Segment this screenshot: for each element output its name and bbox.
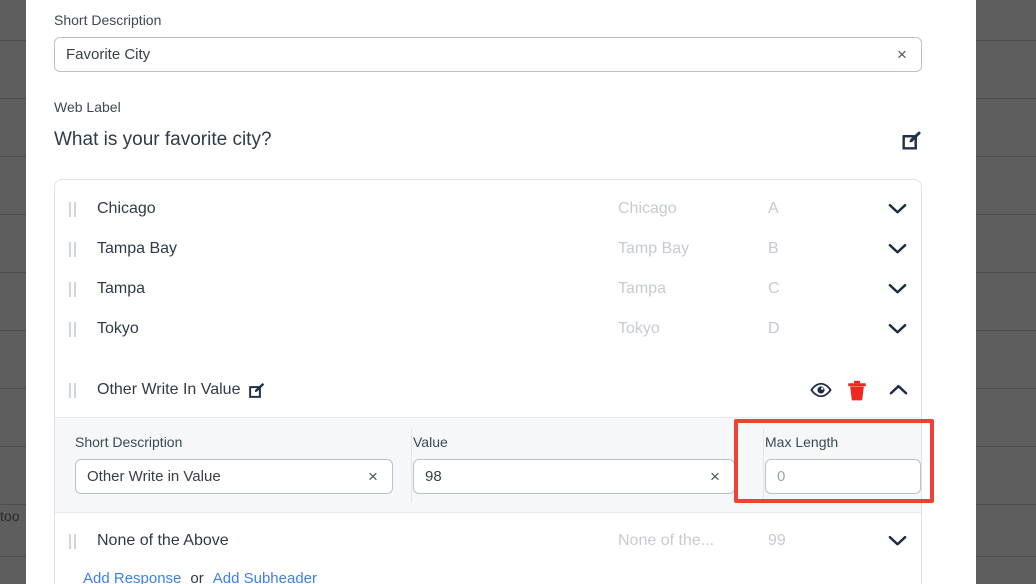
- responses-card: Chicago Chicago A Tampa Bay Tamp Bay B: [54, 179, 922, 584]
- response-value: B: [768, 240, 873, 258]
- table-row[interactable]: Tampa Tampa C: [55, 269, 921, 309]
- drag-handle-icon[interactable]: [69, 202, 85, 217]
- short-description-clear-button[interactable]: ×: [891, 38, 913, 71]
- eye-icon[interactable]: [803, 382, 839, 398]
- table-row[interactable]: Chicago Chicago A: [55, 189, 921, 229]
- detail-value-field: Value ×: [413, 434, 735, 494]
- short-description-input[interactable]: [66, 38, 886, 71]
- web-label-field: Web Label What is your favorite city?: [54, 99, 922, 151]
- response-description: Tokyo: [618, 320, 768, 338]
- detail-max-length-input[interactable]: [777, 460, 885, 493]
- app-root: too Short Description × Web Label What i…: [0, 0, 1036, 584]
- drag-handle-icon[interactable]: [69, 534, 85, 549]
- chevron-down-icon[interactable]: [873, 535, 921, 547]
- response-title: Other Write In Value: [97, 381, 265, 399]
- response-title: None of the Above: [97, 532, 229, 550]
- edit-pencil-square-icon[interactable]: [248, 382, 265, 399]
- drag-handle-icon[interactable]: [69, 383, 85, 398]
- edit-pencil-square-icon[interactable]: [901, 130, 922, 151]
- detail-divider: [411, 428, 412, 502]
- response-detail-panel: Short Description × Value ×: [55, 417, 921, 513]
- response-title: Tampa: [97, 280, 145, 298]
- add-subheader-link[interactable]: Add Subheader: [213, 570, 317, 584]
- table-row-expanded[interactable]: Other Write In Value: [55, 363, 921, 417]
- web-label-text: What is your favorite city?: [54, 129, 272, 151]
- question-edit-panel: Short Description × Web Label What is yo…: [26, 0, 976, 584]
- web-label-label: Web Label: [54, 99, 922, 115]
- table-row[interactable]: None of the Above None of the... 99: [55, 521, 921, 561]
- detail-value-input[interactable]: [425, 460, 699, 493]
- drag-handle-icon[interactable]: [69, 322, 85, 337]
- detail-value-input-wrap[interactable]: ×: [413, 459, 735, 494]
- chevron-down-icon[interactable]: [873, 323, 921, 335]
- table-row[interactable]: Tokyo Tokyo D: [55, 309, 921, 349]
- response-description: Chicago: [618, 200, 768, 218]
- backdrop-partial-text: too: [0, 508, 20, 524]
- detail-max-length-label: Max Length: [765, 434, 921, 450]
- response-value: D: [768, 320, 873, 338]
- response-value: 99: [768, 532, 873, 550]
- detail-max-length-field: Max Length: [765, 434, 921, 494]
- detail-value-label: Value: [413, 434, 735, 450]
- response-value: A: [768, 200, 873, 218]
- detail-divider: [763, 428, 764, 502]
- table-row[interactable]: Tampa Bay Tamp Bay B: [55, 229, 921, 269]
- detail-short-description-input-wrap[interactable]: ×: [75, 459, 393, 494]
- detail-short-description-clear-button[interactable]: ×: [362, 460, 384, 493]
- detail-short-description-field: Short Description ×: [75, 434, 393, 494]
- short-description-label: Short Description: [54, 12, 922, 28]
- drag-handle-icon[interactable]: [69, 282, 85, 297]
- add-response-link[interactable]: Add Response: [83, 570, 181, 584]
- response-title: Tampa Bay: [97, 240, 177, 258]
- trash-icon[interactable]: [839, 380, 875, 401]
- short-description-input-wrap[interactable]: ×: [54, 37, 922, 72]
- or-label: or: [190, 570, 203, 584]
- detail-max-length-input-wrap[interactable]: [765, 459, 921, 494]
- response-description: Tampa: [618, 280, 768, 298]
- detail-value-clear-button[interactable]: ×: [704, 460, 726, 493]
- response-description: None of the...: [618, 532, 768, 550]
- drag-handle-icon[interactable]: [69, 242, 85, 257]
- response-title-text: Other Write In Value: [97, 381, 240, 399]
- chevron-down-icon[interactable]: [873, 243, 921, 255]
- response-value: C: [768, 280, 873, 298]
- response-description: Tamp Bay: [618, 240, 768, 258]
- responses-footer: Add Response or Add Subheader: [55, 570, 921, 584]
- chevron-down-icon[interactable]: [873, 203, 921, 215]
- chevron-up-icon[interactable]: [875, 384, 921, 396]
- response-title: Chicago: [97, 200, 156, 218]
- detail-short-description-label: Short Description: [75, 434, 393, 450]
- chevron-down-icon[interactable]: [873, 283, 921, 295]
- short-description-field: Short Description ×: [54, 12, 922, 72]
- detail-short-description-input[interactable]: [87, 460, 357, 493]
- response-title: Tokyo: [97, 320, 139, 338]
